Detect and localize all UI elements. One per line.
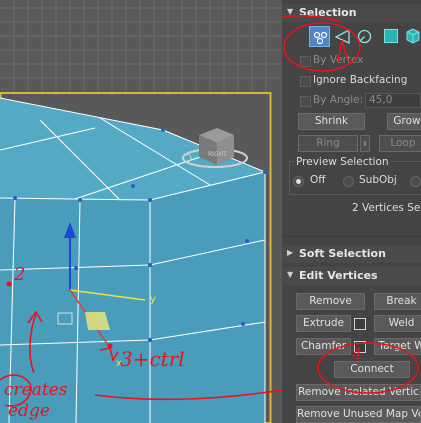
ignore-backfacing-label: Ignore Backfacing xyxy=(313,74,408,86)
annotation-2: 2 xyxy=(13,264,25,285)
rollout-selection-header[interactable]: ▼ Selection xyxy=(282,4,421,22)
target-weld-button[interactable]: Target W xyxy=(374,338,421,355)
rollout-soft-selection-title: Soft Selection xyxy=(299,247,386,260)
gizmo-y-label: y xyxy=(150,294,156,305)
by-angle-spinner[interactable]: 45,0 xyxy=(365,93,421,108)
rollout-edit-vertices-title: Edit Vertices xyxy=(299,269,378,282)
subobject-polygon-icon[interactable] xyxy=(384,29,398,43)
radio-dot-icon xyxy=(296,179,301,184)
subobject-vertex-icon[interactable] xyxy=(309,26,330,47)
viewport-perspective[interactable]: y x RIGHT 2 3+ctrl creates edge xyxy=(0,0,282,423)
extrude-settings-icon[interactable] xyxy=(354,318,366,330)
subobject-edge-icon[interactable] xyxy=(334,28,351,45)
ignore-backfacing-checkbox[interactable] xyxy=(300,76,311,87)
ring-button[interactable]: Ring xyxy=(298,135,358,152)
annotation-3-ctrl: 3+ctrl xyxy=(120,347,185,371)
subobject-border-icon[interactable] xyxy=(356,28,373,45)
preview-multi-radio[interactable] xyxy=(410,176,421,187)
preview-selection-label: Preview Selection xyxy=(294,156,391,168)
remove-isolated-vertices-button[interactable]: Remove Isolated Vertic xyxy=(296,384,421,401)
preview-subobj-label: SubObj xyxy=(359,174,397,186)
shrink-button[interactable]: Shrink xyxy=(298,113,365,130)
remove-unused-map-verts-button[interactable]: Remove Unused Map Ver xyxy=(296,406,421,423)
rollout-soft-selection-header[interactable]: ▶ Soft Selection xyxy=(282,245,421,263)
command-panel: ▼ Selection By Vertex Ignore Backfacing xyxy=(282,0,421,423)
by-vertex-label: By Vertex xyxy=(313,54,364,66)
break-button[interactable]: Break xyxy=(374,293,421,310)
by-vertex-checkbox[interactable] xyxy=(300,56,311,67)
viewport-canvas[interactable]: y x RIGHT 2 3+ctrl creates edge xyxy=(0,0,282,423)
by-angle-value: 45,0 xyxy=(369,94,393,106)
rollout-divider xyxy=(282,236,421,237)
selection-status-text: 2 Vertices Sele xyxy=(352,202,421,214)
collapse-arrow-icon: ▼ xyxy=(287,7,294,16)
chamfer-button[interactable]: Chamfer xyxy=(296,338,351,355)
annotation-creates: creates xyxy=(4,380,68,400)
ring-spinner[interactable]: ⬍ xyxy=(360,135,370,152)
connect-button[interactable]: Connect xyxy=(334,361,410,378)
annotation-4: 4 xyxy=(352,344,363,363)
viewport-grid xyxy=(0,0,282,95)
extrude-button[interactable]: Extrude xyxy=(296,315,351,332)
grow-button[interactable]: Grow xyxy=(387,113,421,130)
loop-button[interactable]: Loop xyxy=(379,135,421,152)
expand-arrow-icon: ▶ xyxy=(287,248,294,257)
preview-subobj-radio[interactable] xyxy=(343,176,354,187)
spinner-icon: ⬍ xyxy=(362,140,368,148)
remove-button[interactable]: Remove xyxy=(296,293,365,310)
rollout-selection-title: Selection xyxy=(299,6,357,19)
viewcube-face-label: RIGHT xyxy=(208,151,227,158)
by-angle-label: By Angle: xyxy=(313,94,364,106)
by-angle-checkbox[interactable] xyxy=(300,96,311,107)
weld-button[interactable]: Weld xyxy=(374,315,421,332)
subobject-element-icon[interactable] xyxy=(404,27,421,44)
selected-vertex-1[interactable] xyxy=(6,281,12,287)
preview-off-label: Off xyxy=(310,174,326,186)
collapse-arrow-icon: ▼ xyxy=(287,270,294,279)
annotation-edge: edge xyxy=(8,401,50,421)
rollout-edit-vertices-header[interactable]: ▼ Edit Vertices xyxy=(282,267,421,285)
preview-off-radio[interactable] xyxy=(293,176,304,187)
